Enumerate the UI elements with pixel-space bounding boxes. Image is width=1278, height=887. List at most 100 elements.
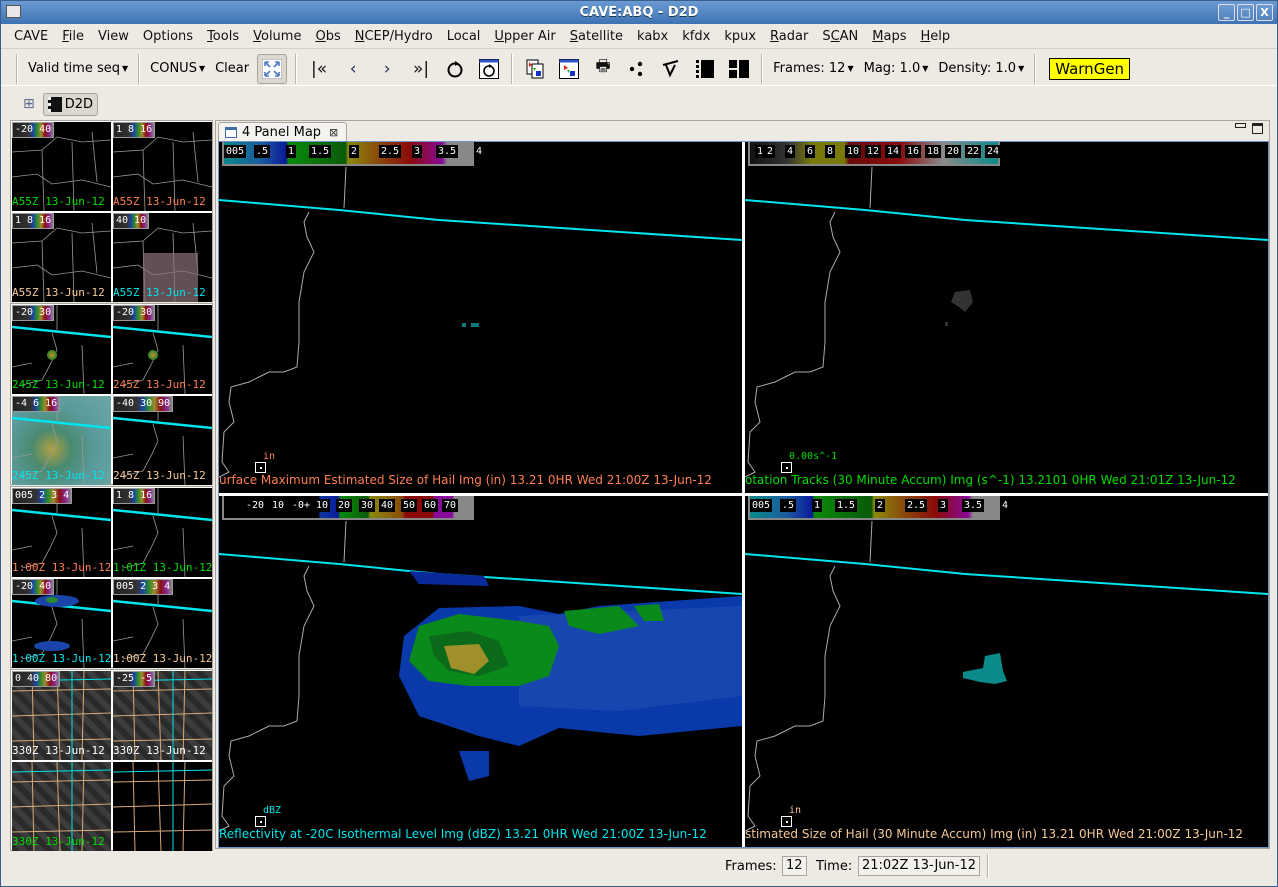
- menu-volume[interactable]: Volume: [246, 29, 308, 44]
- clear-button[interactable]: Clear: [210, 61, 254, 76]
- thumbnail-pane[interactable]: 005 2 3 4 1:00Z 13-Jun-12 1 8 16 1:01Z 13-J…: [10, 486, 213, 668]
- colorbar-tick-label: 4: [474, 145, 485, 158]
- menu-obs[interactable]: Obs: [308, 29, 347, 44]
- map-panel[interactable]: 1 2 4 6 8 10 12 14 16 18 20 22 24 0.00s^-1 otation Tra…: [745, 142, 1268, 493]
- state-border: [219, 199, 742, 241]
- thumbnail-pane[interactable]: 0 40 80 330Z 13-Jun-12 -25 -5 330Z 13-Jun-1…: [10, 669, 213, 851]
- loop-properties-button[interactable]: [472, 54, 506, 84]
- thumbnail-cell[interactable]: 005 2 3 4 1:00Z 13-Jun-12: [12, 488, 111, 577]
- print-button[interactable]: 🖶: [586, 54, 620, 84]
- density-dropdown[interactable]: Density: 1.0 ▼: [933, 61, 1029, 76]
- thumbnail-time-label: 245Z 13-Jun-12: [113, 378, 206, 391]
- colorbar: 005 .5 1 1.5 2 2.5 3 3.5 4: [748, 496, 1011, 520]
- first-frame-button[interactable]: |«: [302, 54, 336, 84]
- warngen-button[interactable]: WarnGen: [1049, 57, 1131, 80]
- colorbar-tick-label: 16: [905, 145, 922, 158]
- colorbar-tick-label: 20: [945, 145, 962, 158]
- fit-to-screen-button[interactable]: [257, 53, 288, 84]
- baselines-button[interactable]: [654, 54, 688, 84]
- map-panel[interactable]: 005 .5 1 1.5 2 2.5 3 3.5 4 in urface Maximum Estim…: [219, 142, 742, 493]
- chevron-down-icon: ▼: [1018, 64, 1025, 73]
- time-mode-dropdown[interactable]: Valid time seq ▼: [23, 61, 133, 76]
- panel-legend-title[interactable]: otation Tracks (30 Minute Accum) Img (s^…: [745, 473, 1236, 487]
- toolbar-separator: [511, 53, 514, 84]
- points-button[interactable]: [620, 54, 654, 84]
- perspective-d2d-button[interactable]: D2D: [42, 92, 99, 116]
- map-background: [745, 520, 1268, 832]
- thumbnail-cell[interactable]: [113, 762, 212, 851]
- menu-view[interactable]: View: [91, 29, 136, 44]
- menu-maps[interactable]: Maps: [865, 29, 913, 44]
- thumbnail-time-label: 330Z 13-Jun-12: [12, 835, 105, 848]
- menu-kpux[interactable]: kpux: [717, 29, 763, 44]
- thumbnail-cell[interactable]: -4 6 16 245Z 13-Jun-12: [12, 396, 111, 485]
- thumbnail-cell[interactable]: -20 30 245Z 13-Jun-12: [12, 305, 111, 394]
- minimize-editor-button[interactable]: [1235, 123, 1246, 128]
- thumbnail-pane[interactable]: -20 30 245Z 13-Jun-12 -20 30 245Z 13-Jun-12…: [10, 303, 213, 485]
- menu-satellite[interactable]: Satellite: [563, 29, 630, 44]
- panel-legend-title[interactable]: urface Maximum Estimated Size of Hail Im…: [219, 473, 712, 487]
- close-tab-icon[interactable]: ⊠: [329, 126, 338, 139]
- menu-radar[interactable]: Radar: [763, 29, 815, 44]
- last-frame-button[interactable]: »|: [404, 54, 438, 84]
- time-status-label: Time:: [816, 859, 853, 874]
- mag-dropdown[interactable]: Mag: 1.0 ▼: [859, 61, 934, 76]
- frames-label: Frames: 12: [773, 61, 846, 76]
- maximize-editor-button[interactable]: [1252, 123, 1263, 134]
- thumbnail-panes: -20 40 A55Z 13-Jun-12 1 8 16 A55Z 13-Jun-12…: [10, 120, 213, 851]
- map-panel[interactable]: -20 10 -0+ 10 20 30 40 50 60 70 dBZ Reflectivity at…: [219, 496, 742, 847]
- four-panel-button[interactable]: [722, 54, 756, 84]
- single-panel-button[interactable]: [688, 54, 722, 84]
- menu-ncep-hydro[interactable]: NCEP/Hydro: [348, 29, 440, 44]
- tab-4-panel-map[interactable]: 4 Panel Map ⊠: [218, 122, 348, 141]
- colorbar-tick-label: 3: [938, 499, 949, 512]
- title-bar[interactable]: CAVE:ABQ - D2D _ □ X: [1, 1, 1277, 24]
- application-window: CAVE:ABQ - D2D _ □ X CAVE File View Options…: [0, 0, 1278, 887]
- next-frame-button[interactable]: ›: [370, 54, 404, 84]
- menu-file[interactable]: File: [55, 29, 91, 44]
- map-panel[interactable]: 005 .5 1 1.5 2 2.5 3 3.5 4 in stimated Size of Hai…: [745, 496, 1268, 847]
- scale-dropdown[interactable]: CONUS ▼: [145, 61, 210, 76]
- chevron-down-icon: ▼: [121, 64, 129, 73]
- frames-dropdown[interactable]: Frames: 12 ▼: [768, 61, 859, 76]
- menu-scan[interactable]: SCAN: [815, 29, 865, 44]
- minimize-button[interactable]: _: [1218, 4, 1235, 21]
- open-perspective-icon[interactable]: ⊞: [23, 96, 35, 112]
- thumbnail-cell[interactable]: 1 8 16 A55Z 13-Jun-12: [12, 213, 111, 302]
- perspective-bar: ⊞ D2D: [1, 89, 1277, 119]
- map-canvas[interactable]: 005.5 1 1.5 2 2.5 3 3.5 4 in urface Maximum Estim…: [218, 141, 1269, 848]
- thumbnail-cell[interactable]: -20 40 A55Z 13-Jun-12: [12, 122, 111, 211]
- menu-options[interactable]: Options: [136, 29, 200, 44]
- colorbar-tick-label: 1: [812, 499, 823, 512]
- thumbnail-cell[interactable]: -20 40 1:00Z 13-Jun-12: [12, 579, 111, 668]
- new-window-button[interactable]: [552, 54, 586, 84]
- thumbnail-cell[interactable]: 1 8 16 1:01Z 13-Jun-12: [113, 488, 212, 577]
- thumbnail-cell[interactable]: 1 8 16 A55Z 13-Jun-12: [113, 122, 212, 211]
- menu-kabx[interactable]: kabx: [630, 29, 675, 44]
- loop-button[interactable]: [438, 54, 472, 84]
- maximize-button[interactable]: □: [1237, 4, 1254, 21]
- panel-legend-title[interactable]: stimated Size of Hail (30 Minute Accum) …: [745, 827, 1243, 841]
- panel-legend-title[interactable]: Reflectivity at -20C Isothermal Level Im…: [219, 827, 707, 841]
- thumbnail-cell[interactable]: 40 10 A55Z 13-Jun-12: [113, 213, 212, 302]
- menu-tools[interactable]: Tools: [200, 29, 246, 44]
- thumbnail-cell[interactable]: 005 2 3 4 1:00Z 13-Jun-12: [113, 579, 212, 668]
- thumbnail-cell[interactable]: -20 30 245Z 13-Jun-12: [113, 305, 212, 394]
- previous-frame-button[interactable]: ‹: [336, 54, 370, 84]
- copy-image-button[interactable]: [518, 54, 552, 84]
- thumbnail-cell[interactable]: -25 -5 330Z 13-Jun-12: [113, 671, 212, 760]
- frames-status-value: 12: [782, 856, 807, 876]
- thumbnail-cell[interactable]: 0 40 80 330Z 13-Jun-12: [12, 671, 111, 760]
- close-button[interactable]: X: [1256, 4, 1273, 21]
- thumbnail-pane[interactable]: -20 40 A55Z 13-Jun-12 1 8 16 A55Z 13-Jun-12…: [10, 120, 213, 302]
- menu-local[interactable]: Local: [440, 29, 488, 44]
- menu-upper-air[interactable]: Upper Air: [487, 29, 562, 44]
- thumbnail-cell[interactable]: -40 30 90 245Z 13-Jun-12: [113, 396, 212, 485]
- thumbnail-cell[interactable]: 330Z 13-Jun-12: [12, 762, 111, 851]
- toolbar-separator: [295, 53, 298, 84]
- menu-kfdx[interactable]: kfdx: [675, 29, 717, 44]
- menu-help[interactable]: Help: [914, 29, 958, 44]
- thumbnail-colorbar: 1 8 16: [12, 213, 55, 229]
- menu-cave[interactable]: CAVE: [7, 29, 55, 44]
- perspective-d2d-label: D2D: [64, 96, 94, 112]
